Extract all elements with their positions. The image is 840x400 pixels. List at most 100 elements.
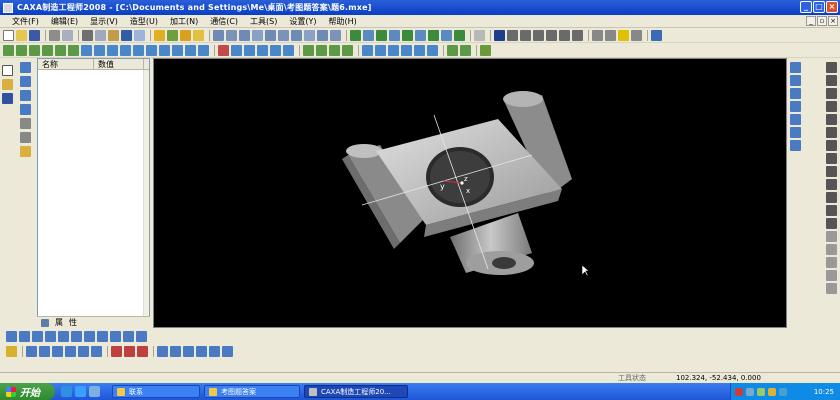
machining-icon[interactable] [45,330,56,342]
new-icon[interactable] [3,30,14,41]
surface-tool-icon[interactable] [239,30,250,41]
curve-tool-icon[interactable] [790,62,801,73]
menu-model[interactable]: 造型(U) [124,16,164,27]
curve-tool-icon[interactable] [790,101,801,112]
task-button-active[interactable]: CAXA制造工程师20... [304,385,408,398]
layer-icon[interactable] [180,30,191,41]
zoom-in-icon[interactable] [507,30,518,41]
surface-tool-icon[interactable] [330,30,341,41]
zoom-out-icon[interactable] [520,30,531,41]
surface-tool-icon[interactable] [278,30,289,41]
trim-curve-icon[interactable] [826,231,837,242]
revolve-icon[interactable] [29,45,40,56]
fillet-icon[interactable] [120,45,131,56]
display-mode-icon[interactable] [592,30,603,41]
menu-help[interactable]: 帮助(H) [323,16,363,27]
toolpath-icon[interactable] [52,345,63,357]
surface-tool-icon[interactable] [317,30,328,41]
toolpath-icon[interactable] [209,345,220,357]
feature-edit-icon[interactable] [257,45,268,56]
rectangle-icon[interactable] [826,101,837,112]
pan-icon[interactable] [572,30,583,41]
tray-icon[interactable] [757,387,765,396]
text-icon[interactable] [826,218,837,229]
screen-icon[interactable] [494,30,505,41]
boolean-icon[interactable] [375,45,386,56]
pencil-icon[interactable] [2,79,13,90]
display-mode-icon[interactable] [605,30,616,41]
column-name[interactable]: 名称 [38,59,94,69]
feature-tool-icon[interactable] [376,30,387,41]
shell-icon[interactable] [159,45,170,56]
toolpath-icon[interactable] [124,345,135,357]
zoom-extents-icon[interactable] [546,30,557,41]
zoom-window-icon[interactable] [533,30,544,41]
measure-icon[interactable] [460,45,471,56]
sketch-tool-icon[interactable] [342,45,353,56]
reference-icon[interactable] [20,146,31,157]
toolpath-icon[interactable] [111,345,122,357]
select-filter-icon[interactable] [167,30,178,41]
toolpath-icon[interactable] [137,345,148,357]
machining-icon[interactable] [110,330,121,342]
rotate-icon[interactable] [559,30,570,41]
rib-icon[interactable] [185,45,196,56]
machining-icon[interactable] [136,330,147,342]
measure-icon[interactable] [447,45,458,56]
cut-sweep-icon[interactable] [107,45,118,56]
feature-tool-icon[interactable] [402,30,413,41]
join-icon[interactable] [826,257,837,268]
line-icon[interactable] [826,62,837,73]
boolean-icon[interactable] [414,45,425,56]
paste-icon[interactable] [108,30,119,41]
spline-icon[interactable] [826,140,837,151]
machining-icon[interactable] [123,330,134,342]
fillet-curve-icon[interactable] [826,192,837,203]
save-icon[interactable] [29,30,40,41]
plane-icon[interactable] [20,62,31,73]
panel-scrollbar[interactable] [143,70,149,316]
feature-edit-icon[interactable] [244,45,255,56]
maximize-button[interactable]: □ [813,1,825,13]
pointer-icon[interactable] [2,65,13,76]
coordinate-icon[interactable] [20,132,31,143]
close-button[interactable]: × [826,1,838,13]
toolpath-icon[interactable] [78,345,89,357]
print-icon[interactable] [49,30,60,41]
boolean-icon[interactable] [427,45,438,56]
tray-icon[interactable] [746,387,754,396]
chamfer-icon[interactable] [133,45,144,56]
toolpath-icon[interactable] [170,345,181,357]
preview-icon[interactable] [62,30,73,41]
draft-icon[interactable] [172,45,183,56]
curve-tool-icon[interactable] [790,114,801,125]
trim-icon[interactable] [480,45,491,56]
ellipse-icon[interactable] [826,127,837,138]
minimize-button[interactable]: _ [800,1,812,13]
feature-tool-icon[interactable] [389,30,400,41]
cut-revolve-icon[interactable] [81,45,92,56]
open-icon[interactable] [16,30,27,41]
tab-attribute[interactable]: 属 [55,317,63,328]
toolpath-icon[interactable] [39,345,50,357]
menu-tools[interactable]: 工具(S) [244,16,283,27]
sketch-tool-icon[interactable] [316,45,327,56]
feature-tool-icon[interactable] [415,30,426,41]
curve-tool-icon[interactable] [790,75,801,86]
menu-machining[interactable]: 加工(N) [164,16,204,27]
copy-icon[interactable] [95,30,106,41]
feature-tool-icon[interactable] [441,30,452,41]
axis-icon[interactable] [20,104,31,115]
machining-icon[interactable] [97,330,108,342]
menu-communication[interactable]: 通信(C) [204,16,244,27]
machining-icon[interactable] [71,330,82,342]
shading-icon[interactable] [618,30,629,41]
menu-file[interactable]: 文件(F) [6,16,45,27]
browser-icon[interactable] [61,386,72,397]
offset-icon[interactable] [826,179,837,190]
surface-tool-icon[interactable] [213,30,224,41]
toolpath-icon[interactable] [196,345,207,357]
toolpath-icon[interactable] [91,345,102,357]
feature-tool-icon[interactable] [350,30,361,41]
circle-icon[interactable] [826,88,837,99]
